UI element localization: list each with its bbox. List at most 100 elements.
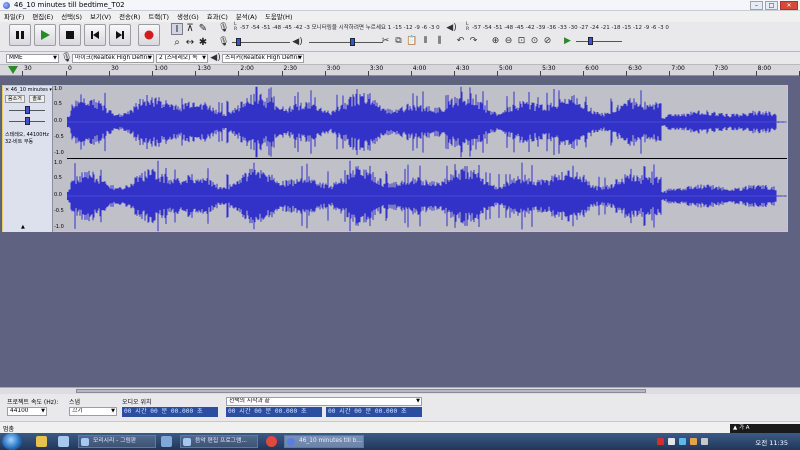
explorer-icon[interactable] (36, 436, 47, 447)
selection-mode-select[interactable]: 선택의 시작과 끝 ▼ (226, 397, 422, 406)
playback-volume-slider[interactable] (309, 37, 383, 47)
draw-tool-icon[interactable]: ✎ (197, 23, 209, 35)
mute-button[interactable]: 음소거 (5, 95, 25, 103)
horizontal-scrollbar[interactable] (0, 387, 800, 394)
menu-select[interactable]: 선택(S) (61, 12, 82, 21)
skip-to-end-button[interactable] (109, 24, 131, 46)
output-device-select[interactable]: 스피커(Realtek High Defini ▼ (222, 54, 304, 63)
media-icon[interactable] (161, 436, 172, 447)
scrollbar-thumb[interactable] (76, 389, 646, 393)
start-button[interactable] (2, 433, 22, 450)
menu-effect[interactable]: 효과(C) (207, 12, 228, 21)
pause-button[interactable] (9, 24, 31, 46)
collapse-track-icon[interactable]: ▲ (21, 224, 25, 230)
pan-slider[interactable] (9, 116, 45, 126)
maximize-button[interactable]: □ (765, 1, 778, 10)
audio-host-select[interactable]: MME ▼ (6, 54, 59, 63)
track-area[interactable]: ✕ 46_10 minutes ▾ 음소거 솔로 스테레오, 44100Hz 3… (0, 76, 800, 387)
audio-position-field[interactable]: 00 시간 00 분 00.000 초 (122, 407, 218, 417)
play-speed-slider[interactable] (576, 36, 622, 46)
windows-taskbar: 모리시리 - 그림판 음악 편집 프로그램... 46_10 minutes t… (0, 433, 800, 450)
playback-meter-scale: -57 -54 -51 -48 -45 -42 -39 -36 -33 -30 … (472, 25, 669, 31)
taskbar-item-music-editor[interactable]: 음악 편집 프로그램... (180, 435, 258, 448)
output-device-icon: ◀) (210, 53, 221, 63)
menu-bar: 파일(F) 편집(E) 선택(S) 보기(V) 전송(R) 트랙(T) 생성(G… (0, 11, 800, 22)
taskbar-item-paint[interactable]: 모리시리 - 그림판 (78, 435, 156, 448)
tray-network-icon[interactable] (679, 438, 686, 445)
ruler-label: 5:30 (542, 65, 556, 72)
waveform-right-channel[interactable] (67, 160, 787, 232)
ruler-label: 6:00 (585, 65, 599, 72)
status-text: 멈춤 (3, 426, 15, 433)
paste-icon[interactable]: 📋 (406, 36, 417, 47)
selection-end-field[interactable]: 00 시간 00 분 00.000 초 (326, 407, 422, 417)
play-head-icon[interactable] (8, 66, 18, 74)
system-tray: 오전 11:35 (655, 433, 800, 450)
solo-button[interactable]: 솔로 (29, 95, 45, 103)
channels-select[interactable]: 2 (스테레오) 녹 ▼ (156, 54, 208, 63)
menu-help[interactable]: 도움말(H) (265, 12, 292, 21)
skip-to-start-button[interactable] (84, 24, 106, 46)
gain-slider[interactable] (9, 105, 45, 115)
scale-label: -0.5 (54, 134, 64, 140)
fit-project-icon[interactable]: ⊙ (529, 36, 540, 47)
channels-value: 2 (스테레오) 녹 (159, 55, 198, 61)
multi-tool-icon[interactable]: ✱ (197, 37, 209, 49)
trim-icon[interactable]: ⫴ (420, 36, 431, 47)
selection-tool-icon[interactable]: I (171, 23, 183, 35)
time-shift-tool-icon[interactable]: ↔ (184, 37, 196, 49)
paint-icon[interactable] (58, 436, 69, 447)
project-rate-select[interactable]: 44100 ▼ (7, 407, 47, 416)
record-button[interactable] (138, 24, 160, 46)
record-volume-slider[interactable] (232, 37, 290, 47)
tray-flag-icon[interactable] (668, 438, 675, 445)
undo-icon[interactable]: ↶ (455, 36, 466, 47)
menu-transport[interactable]: 전송(R) (119, 12, 140, 21)
pause-icon (16, 31, 24, 39)
timeline-ruler[interactable]: 30 0 30 1:00 1:30 2:00 2:30 3:00 3:30 4:00 4:30 5:0… (0, 65, 800, 76)
close-button[interactable]: ✕ (780, 1, 798, 10)
waveform-left-channel[interactable] (67, 86, 787, 158)
cut-icon[interactable]: ✂ (380, 36, 391, 47)
zoom-tool-icon[interactable]: ⌕ (171, 37, 183, 49)
taskbar-clock[interactable]: 오전 11:35 (755, 437, 788, 447)
record-meter[interactable]: L R -57 -54 -51 -48 -45 -42 -3 모니터링을 시작하… (234, 22, 445, 33)
scale-label: -1.0 (54, 150, 64, 156)
playback-meter[interactable]: L R -57 -54 -51 -48 -45 -42 -39 -36 -33 … (466, 22, 669, 33)
menu-edit[interactable]: 편집(E) (32, 12, 53, 21)
ruler-label: 4:30 (455, 65, 470, 72)
speaker-icon[interactable]: ◀) (446, 23, 457, 34)
microphone-icon[interactable]: 🎙 (218, 23, 229, 34)
zoom-in-icon[interactable]: ⊕ (490, 36, 501, 47)
audio-track[interactable]: ✕ 46_10 minutes ▾ 음소거 솔로 스테레오, 44100Hz 3… (2, 85, 788, 232)
language-bar[interactable]: ▲ 가 A (730, 424, 800, 433)
input-device-select[interactable]: 마이크(Realtek High Defini ▼ (72, 54, 154, 63)
tray-security-icon[interactable] (657, 438, 664, 445)
redo-icon[interactable]: ↷ (468, 36, 479, 47)
play-button[interactable] (34, 24, 56, 46)
track-control-panel[interactable]: ✕ 46_10 minutes ▾ 음소거 솔로 스테레오, 44100Hz 3… (3, 86, 53, 232)
zoom-toggle-icon[interactable]: ⊘ (542, 36, 553, 47)
fit-selection-icon[interactable]: ⊡ (516, 36, 527, 47)
stop-button[interactable] (59, 24, 81, 46)
play-at-speed-icon[interactable]: ▶ (562, 36, 573, 47)
track-menu-button[interactable]: ✕ 46_10 minutes ▾ (5, 87, 52, 93)
minimize-button[interactable]: – (750, 1, 763, 10)
tray-app-icon[interactable] (690, 438, 697, 445)
tray-speaker-icon[interactable] (701, 438, 708, 445)
menu-generate[interactable]: 생성(G) (177, 12, 199, 21)
menu-analyze[interactable]: 분석(A) (236, 12, 257, 21)
selection-start-field[interactable]: 00 시간 00 분 00.000 초 (226, 407, 322, 417)
menu-tracks[interactable]: 트랙(T) (148, 12, 169, 21)
zoom-out-icon[interactable]: ⊖ (503, 36, 514, 47)
copy-icon[interactable]: ⧉ (393, 36, 404, 47)
ruler-label: 30 (24, 65, 32, 72)
envelope-tool-icon[interactable]: ⊼ (184, 23, 196, 35)
silence-icon[interactable]: ⫼ (434, 36, 445, 47)
taskbar-item-audacity[interactable]: 46_10 minutes till b... (284, 435, 364, 448)
chrome-icon[interactable] (266, 436, 277, 447)
audacity-app-icon (3, 2, 10, 9)
snap-select[interactable]: 끄기 ▼ (69, 407, 117, 416)
menu-view[interactable]: 보기(V) (90, 12, 111, 21)
menu-file[interactable]: 파일(F) (4, 12, 24, 21)
